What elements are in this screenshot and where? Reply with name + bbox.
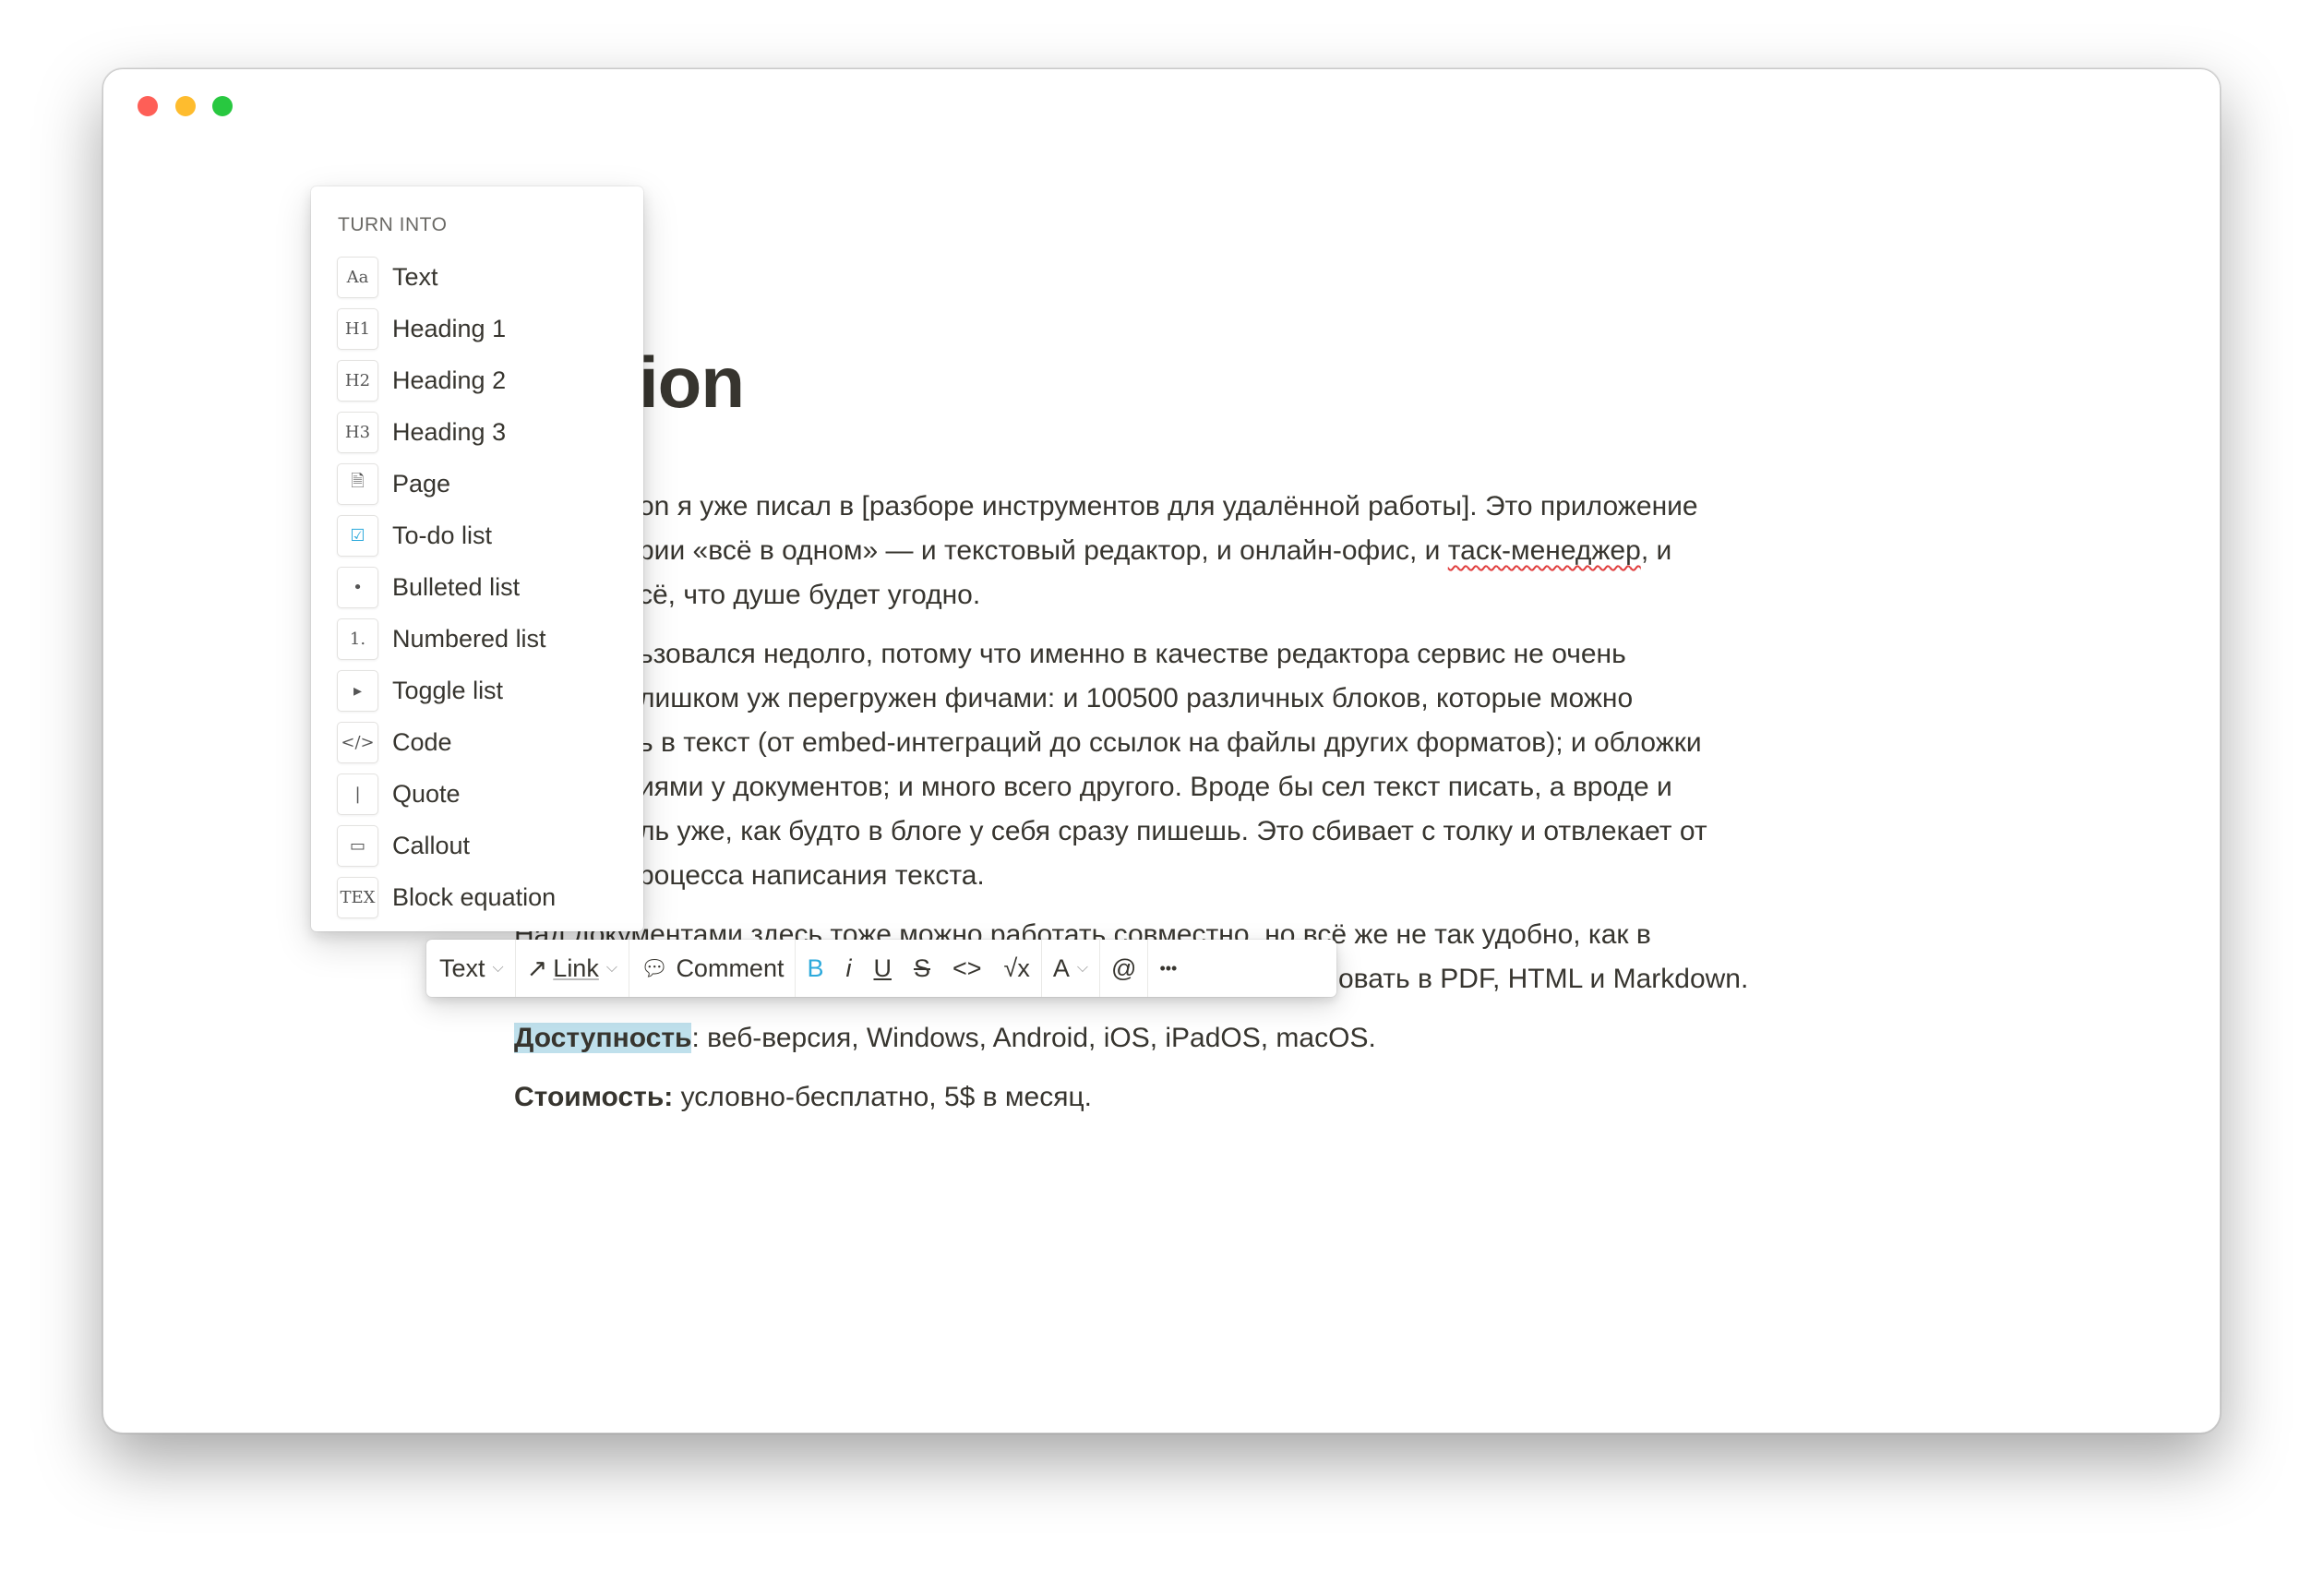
paragraph-line[interactable]: ль уже, как будто в блоге у себя сразу п…	[639, 813, 1707, 850]
availability-line[interactable]: Доступность: веб-версия, Windows, Androi…	[514, 1020, 1376, 1057]
comment-icon: 💬︎	[640, 955, 669, 981]
paragraph-line[interactable]: роцесса написания текста.	[639, 857, 985, 894]
close-window-button[interactable]	[138, 96, 158, 116]
paragraph-line[interactable]: рии «всё в одном» — и текстовый редактор…	[639, 533, 1671, 570]
text-icon: Aa	[337, 256, 378, 298]
menu-item-label: To-do list	[392, 521, 493, 549]
selected-text[interactable]: Доступность	[514, 1023, 692, 1053]
bold-label: Стоимость:	[514, 1082, 674, 1112]
formatting-toolbar: Text ⌵ ↗ Link ⌵ 💬︎ Comment B i U S <> √x A ⌵ …	[426, 940, 1336, 997]
page-icon: 🗎	[337, 462, 378, 505]
menu-item-label: Heading 3	[392, 417, 507, 446]
menu-item-label: Block equation	[392, 882, 557, 911]
paragraph-line[interactable]: сё, что душе будет угодно.	[639, 577, 980, 614]
menu-item-bulleted-list[interactable]: • Bulleted list	[311, 561, 643, 613]
minimize-window-button[interactable]	[175, 96, 196, 116]
text-span: : веб-версия, Windows, Android, iOS, iPa…	[691, 1023, 1376, 1053]
text-color-icon: A	[1052, 953, 1070, 982]
menu-item-label: Heading 1	[392, 314, 507, 342]
bold-button[interactable]: B	[796, 940, 834, 997]
chevron-down-icon: ⌵	[1076, 960, 1089, 976]
quote-icon: ❘	[337, 773, 378, 815]
zoom-window-button[interactable]	[212, 96, 233, 116]
to-do-list-icon: ☑	[337, 514, 378, 557]
menu-item-heading-3[interactable]: H3 Heading 3	[311, 406, 643, 458]
paragraph-line[interactable]: иями у документов; и много всего другого…	[639, 769, 1672, 806]
menu-item-label: Text	[392, 262, 438, 291]
menu-item-heading-1[interactable]: H1 Heading 1	[311, 303, 643, 354]
mention-button[interactable]: @	[1100, 940, 1147, 997]
chevron-down-icon: ⌵	[492, 960, 504, 976]
menu-item-callout[interactable]: ▭ Callout	[311, 820, 643, 871]
strikethrough-button[interactable]: S	[903, 940, 941, 997]
menu-item-numbered-list[interactable]: 1. Numbered list	[311, 613, 643, 665]
underline-button[interactable]: U	[862, 940, 903, 997]
menu-item-quote[interactable]: ❘ Quote	[311, 768, 643, 820]
paragraph-line[interactable]: on я уже писал в [разборе инструментов д…	[639, 488, 1698, 525]
paragraph-line[interactable]: лишком уж перегружен фичами: и 100500 ра…	[639, 680, 1633, 717]
menu-item-label: Quote	[392, 779, 461, 808]
comment-label: Comment	[676, 953, 785, 982]
menu-item-label: Numbered list	[392, 624, 546, 653]
text-span: условно-бесплатно, 5$ в месяц.	[673, 1082, 1092, 1112]
heading-2-icon: H2	[337, 359, 378, 402]
paragraph-line[interactable]: овать в PDF, HTML и Markdown.	[1338, 961, 1748, 998]
app-window: ion on я уже писал в [разборе инструмент…	[102, 68, 2221, 1433]
menu-header: TURN INTO	[338, 214, 448, 235]
numbered-list-icon: 1.	[337, 618, 378, 660]
block-equation-icon: TEX	[337, 876, 378, 918]
arrow-up-right-icon: ↗	[526, 953, 548, 982]
paragraph-line[interactable]: ьзовался недолго, потому что именно в ка…	[639, 636, 1626, 673]
menu-item-code[interactable]: </> Code	[311, 716, 643, 768]
menu-item-text[interactable]: Aa Text	[311, 251, 643, 303]
menu-item-toggle-list[interactable]: ▸ Toggle list	[311, 665, 643, 716]
italic-button[interactable]: i	[834, 940, 862, 997]
heading-1-icon: H1	[337, 307, 378, 350]
cost-line[interactable]: Стоимость: условно-бесплатно, 5$ в месяц…	[514, 1079, 1092, 1116]
menu-item-page[interactable]: 🗎 Page	[311, 458, 643, 510]
menu-item-label: Heading 2	[392, 366, 507, 394]
text-color-button[interactable]: A ⌵	[1042, 940, 1099, 997]
bulleted-list-icon: •	[337, 566, 378, 608]
paragraph-line[interactable]: ь в текст (от embed-интеграций до ссылок…	[639, 725, 1702, 762]
menu-item-to-do-list[interactable]: ☑ To-do list	[311, 510, 643, 561]
callout-icon: ▭	[337, 824, 378, 867]
turn-into-menu: TURN INTO Aa Text H1 Heading 1 H2 Heading 2 H3…	[311, 186, 643, 931]
comment-button[interactable]: 💬︎ Comment	[629, 940, 796, 997]
menu-item-label: Page	[392, 469, 451, 498]
toggle-list-icon: ▸	[337, 669, 378, 712]
code-icon: </>	[337, 721, 378, 763]
more-options-button[interactable]: •••	[1148, 940, 1188, 997]
link-label: Link	[553, 953, 599, 982]
inline-math-button[interactable]: √x	[993, 940, 1041, 997]
chevron-down-icon: ⌵	[605, 960, 617, 976]
menu-item-label: Code	[392, 727, 452, 756]
link-button[interactable]: ↗ Link ⌵	[516, 940, 629, 997]
menu-item-label: Bulleted list	[392, 572, 521, 601]
block-type-label: Text	[439, 953, 485, 982]
text-span: , и	[1640, 535, 1672, 566]
menu-item-label: Callout	[392, 831, 471, 859]
heading-3-icon: H3	[337, 411, 378, 453]
menu-item-label: Toggle list	[392, 676, 504, 704]
menu-item-block-equation[interactable]: TEX Block equation	[311, 871, 643, 923]
text-span: рии «всё в одном» — и текстовый редактор…	[639, 535, 1448, 566]
menu-item-heading-2[interactable]: H2 Heading 2	[311, 354, 643, 406]
block-type-dropdown[interactable]: Text ⌵	[426, 940, 515, 997]
page-title[interactable]: ion	[639, 341, 745, 425]
inline-code-button[interactable]: <>	[941, 940, 993, 997]
misspelled-word[interactable]: таск-менеджер	[1448, 535, 1641, 566]
